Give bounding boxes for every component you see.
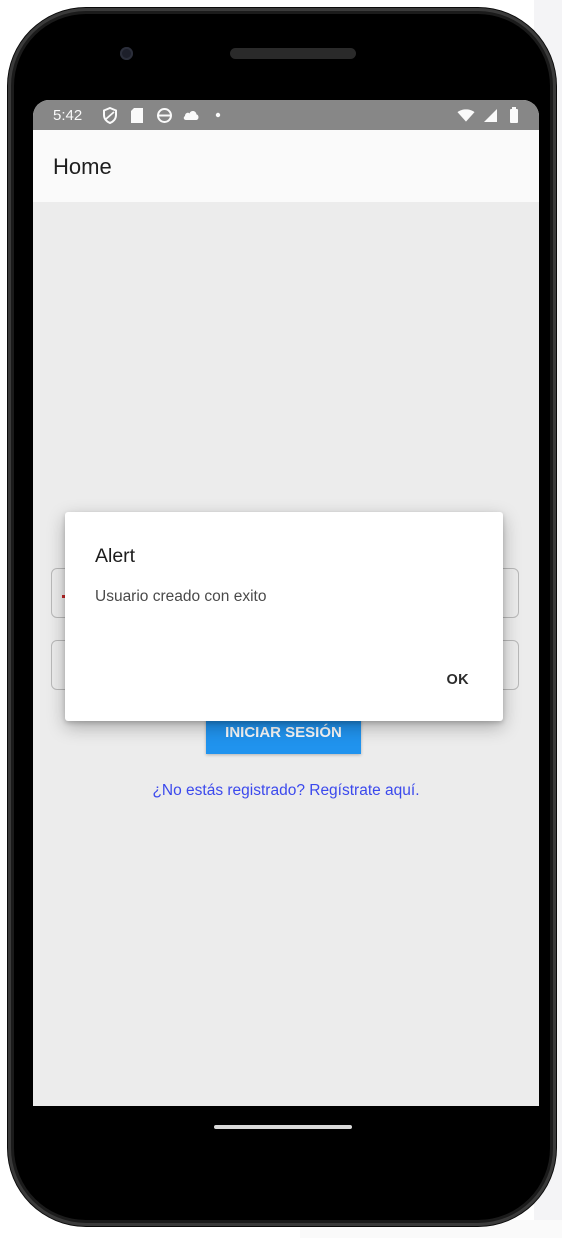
- speaker-grille: [230, 48, 356, 59]
- screenshot-root: 5:42 Home INICIAR SESIÓN ¿No estás regis…: [0, 0, 562, 1238]
- camera-icon: [120, 47, 133, 60]
- dialog-message: Usuario creado con exito: [95, 588, 267, 605]
- ok-button[interactable]: OK: [446, 672, 469, 688]
- device-screen: 5:42 Home INICIAR SESIÓN ¿No estás regis…: [33, 100, 539, 1106]
- navigation-bar: [33, 1106, 539, 1162]
- dialog-title: Alert: [95, 545, 136, 567]
- home-gesture-handle[interactable]: [214, 1125, 352, 1129]
- alert-dialog: Alert Usuario creado con exito OK: [65, 512, 503, 721]
